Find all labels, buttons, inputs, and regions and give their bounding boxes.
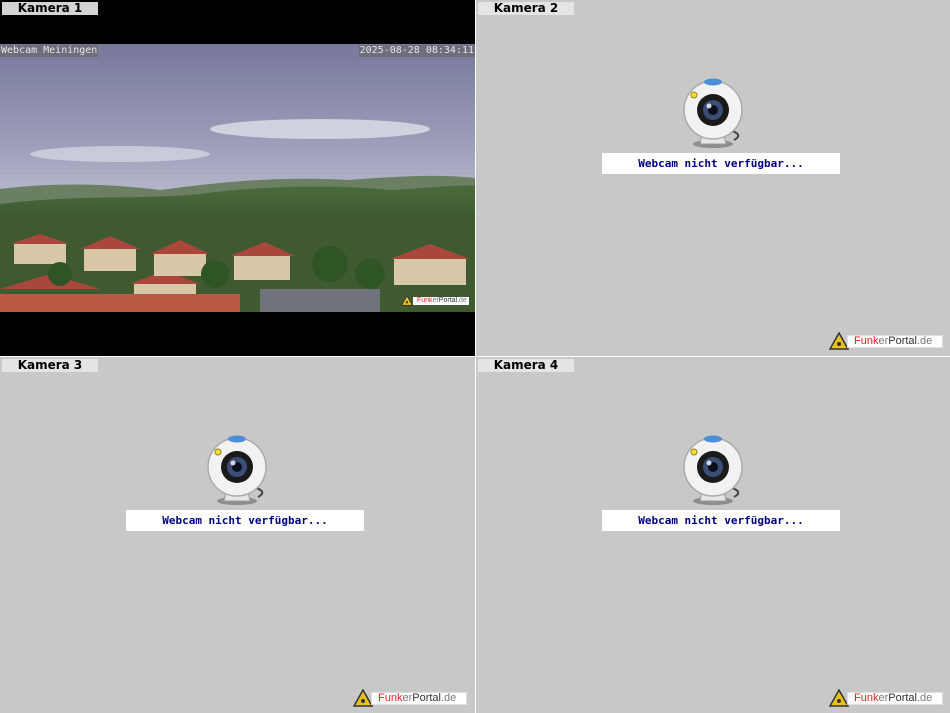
camera-1-funkerportal-logo: FunkerPortal.de: [401, 295, 469, 306]
funkerportal-wordmark: FunkerPortal.de: [847, 691, 943, 705]
webcam-icon: [683, 78, 743, 148]
camera-4-funkerportal-logo[interactable]: FunkerPortal.de: [829, 689, 943, 707]
warning-triangle-icon: [829, 332, 849, 350]
camera-1-location-overlay: Webcam Meiningen: [0, 45, 99, 57]
funkerportal-wordmark: FunkerPortal.de: [413, 296, 469, 305]
camera-3-status-text: Webcam nicht verfügbar...: [126, 510, 364, 531]
camera-1-label: Kamera 1: [2, 2, 98, 15]
camera-2-panel[interactable]: Kamera 2 Webcam nicht verfügbar... Funke…: [476, 0, 950, 356]
warning-triangle-icon: [401, 295, 413, 306]
funkerportal-wordmark: FunkerPortal.de: [847, 334, 943, 348]
camera-2-funkerportal-logo[interactable]: FunkerPortal.de: [829, 332, 943, 350]
camera-3-funkerportal-logo[interactable]: FunkerPortal.de: [353, 689, 467, 707]
camera-1-panel[interactable]: Webcam Meiningen 2025-08-28 08:34:11 Fun…: [0, 0, 475, 356]
camera-1-timestamp-overlay: 2025-08-28 08:34:11: [358, 45, 475, 57]
camera-4-label: Kamera 4: [478, 359, 574, 372]
camera-2-status-text: Webcam nicht verfügbar...: [602, 153, 840, 174]
camera-3-label: Kamera 3: [2, 359, 98, 372]
webcam-icon: [207, 435, 267, 505]
warning-triangle-icon: [829, 689, 849, 707]
webcam-icon: [683, 435, 743, 505]
camera-2-label: Kamera 2: [478, 2, 574, 15]
warning-triangle-icon: [353, 689, 373, 707]
camera-4-panel[interactable]: Kamera 4 Webcam nicht verfügbar... Funke…: [476, 357, 950, 713]
camera-1-feed-image: [0, 44, 475, 312]
funkerportal-wordmark: FunkerPortal.de: [371, 691, 467, 705]
camera-4-status-text: Webcam nicht verfügbar...: [602, 510, 840, 531]
camera-3-panel[interactable]: Kamera 3 Webcam nicht verfügbar... Funke…: [0, 357, 475, 713]
